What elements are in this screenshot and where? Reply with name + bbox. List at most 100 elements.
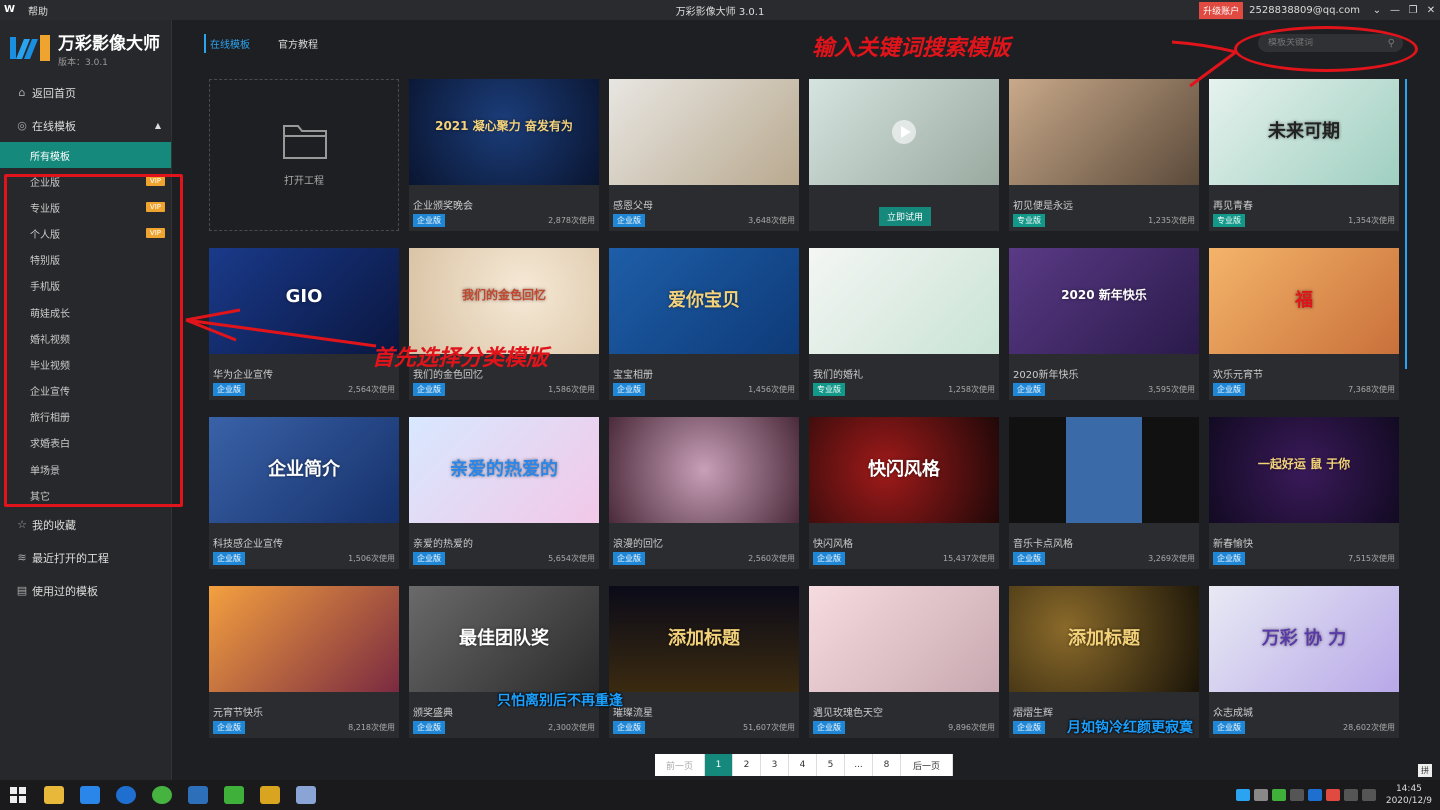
category-item[interactable]: 其它 — [0, 482, 171, 508]
nav-favorites[interactable]: ☆ 我的收藏 — [0, 508, 171, 541]
tab-official-tutorials[interactable]: 官方教程 — [272, 34, 324, 53]
template-card[interactable]: 企业简介 科技感企业宣传 企业版 1,506次使用 — [209, 417, 399, 569]
tray-icon-6[interactable] — [1325, 789, 1340, 801]
taskbar-app-paint[interactable] — [288, 780, 324, 810]
prev-page-button[interactable]: 前一页 — [655, 754, 705, 776]
restore-icon[interactable]: ❐ — [1404, 5, 1422, 16]
template-card[interactable]: 2021 凝心聚力 奋发有为 企业颁奖晚会 企业版 2,878次使用 — [409, 79, 599, 231]
search-input[interactable] — [1258, 38, 1378, 48]
template-card[interactable]: 添加标题 熠熠生辉 企业版 — [1009, 586, 1199, 738]
nav-home[interactable]: ⌂ 返回首页 — [0, 76, 171, 109]
template-thumbnail[interactable]: 一起好运 鼠 于你 — [1209, 417, 1399, 523]
template-thumbnail[interactable]: GIO — [209, 248, 399, 354]
open-project-card[interactable]: 打开工程 — [209, 79, 399, 231]
template-thumbnail[interactable] — [1009, 79, 1199, 185]
taskbar-app-vm[interactable] — [180, 780, 216, 810]
tray-icon-4[interactable] — [1289, 789, 1304, 801]
taskbar-app-wings[interactable] — [252, 780, 288, 810]
search-box[interactable]: ⚲ — [1258, 34, 1403, 52]
category-item[interactable]: 毕业视频 — [0, 351, 171, 377]
category-item[interactable]: 企业宣传 — [0, 378, 171, 404]
category-item[interactable]: 专业版 VIP — [0, 194, 171, 220]
category-all[interactable]: 所有模板 — [0, 142, 171, 168]
next-page-button[interactable]: 后一页 — [901, 754, 953, 776]
template-card[interactable]: 音乐卡点风格 企业版 3,269次使用 — [1009, 417, 1199, 569]
template-card[interactable]: 我们的金色回忆 我们的金色回忆 企业版 1,586次使用 — [409, 248, 599, 400]
tab-online-templates[interactable]: 在线模板 — [204, 34, 256, 53]
page-button[interactable]: 8 — [873, 754, 901, 776]
taskbar-app-green[interactable] — [144, 780, 180, 810]
category-item[interactable]: 手机版 — [0, 273, 171, 299]
system-clock[interactable]: 14:45 2020/12/9 — [1386, 783, 1432, 807]
template-card[interactable]: 元宵节快乐 企业版 8,218次使用 — [209, 586, 399, 738]
network-icon[interactable] — [1343, 789, 1358, 801]
nav-used-templates[interactable]: ▤ 使用过的模板 — [0, 574, 171, 607]
help-menu[interactable]: 帮助 — [28, 3, 48, 18]
category-item[interactable]: 旅行相册 — [0, 404, 171, 430]
category-item[interactable]: 企业版 VIP — [0, 168, 171, 194]
template-thumbnail[interactable]: 快闪风格 — [809, 417, 999, 523]
upgrade-account-button[interactable]: 升级账户 — [1199, 1, 1244, 19]
category-item[interactable]: 特别版 — [0, 247, 171, 273]
template-card[interactable]: 2020 新年快乐 2020新年快乐 企业版 3,595次使用 — [1009, 248, 1199, 400]
template-card[interactable]: 最佳团队奖 颁奖盛典 企业版 2,300次使用 — [409, 586, 599, 738]
template-card[interactable]: 未来可期 再见青春 专业版 1,354次使用 — [1209, 79, 1399, 231]
page-button[interactable]: 1 — [705, 754, 733, 776]
nav-online-templates[interactable]: ◎ 在线模板 ▲ — [0, 109, 171, 142]
template-thumbnail[interactable]: 万彩 协 力 — [1209, 586, 1399, 692]
template-card[interactable]: GIO 华为企业宣传 企业版 2,564次使用 — [209, 248, 399, 400]
tray-icon-2[interactable] — [1253, 789, 1268, 801]
template-card[interactable]: 快闪风格 快闪风格 企业版 15,437次使用 — [809, 417, 999, 569]
template-thumbnail[interactable]: 亲爱的热爱的 — [409, 417, 599, 523]
start-button[interactable] — [0, 780, 36, 810]
template-card[interactable]: 初见便是永远 专业版 1,235次使用 — [1009, 79, 1199, 231]
template-card[interactable]: 福欢乐元宵节 企业版 7,368次使用 — [1209, 248, 1399, 400]
nav-recent-projects[interactable]: ≋ 最近打开的工程 — [0, 541, 171, 574]
volume-icon[interactable] — [1361, 789, 1376, 801]
chevron-up-icon[interactable]: ▲ — [155, 121, 161, 130]
tray-icon-1[interactable] — [1235, 789, 1250, 801]
try-now-button[interactable]: 立即试用 — [879, 207, 932, 226]
template-card[interactable]: 添加标题 璀璨流星 企业版 51,607次使用 — [609, 586, 799, 738]
close-icon[interactable]: ✕ — [1422, 5, 1440, 16]
template-card[interactable]: 一起好运 鼠 于你 新春愉快 企业版 7,515次使用 — [1209, 417, 1399, 569]
template-thumbnail[interactable]: 2020 新年快乐 — [1009, 248, 1199, 354]
account-email[interactable]: 2528838809@qq.com — [1249, 5, 1360, 16]
template-thumbnail[interactable] — [1009, 417, 1199, 523]
taskbar-wechat[interactable] — [216, 780, 252, 810]
ime-indicator[interactable]: 拼 — [1418, 764, 1432, 777]
category-item[interactable]: 个人版 VIP — [0, 220, 171, 246]
template-thumbnail[interactable] — [609, 417, 799, 523]
category-item[interactable]: 求婚表白 — [0, 430, 171, 456]
template-card[interactable]: 感恩父母 企业版 3,648次使用 — [609, 79, 799, 231]
page-button[interactable]: ... — [845, 754, 873, 776]
page-button[interactable]: 3 — [761, 754, 789, 776]
template-card[interactable]: 爱你宝贝 宝宝相册 企业版 1,456次使用 — [609, 248, 799, 400]
tray-wechat-icon[interactable] — [1271, 789, 1286, 801]
template-card[interactable]: 立即试用 — [809, 79, 999, 231]
taskbar-app-u[interactable] — [72, 780, 108, 810]
page-button[interactable]: 2 — [733, 754, 761, 776]
template-card[interactable]: 遇见玫瑰色天空 企业版 9,896次使用 — [809, 586, 999, 738]
category-item[interactable]: 婚礼视频 — [0, 325, 171, 351]
minimize-icon[interactable]: — — [1386, 5, 1404, 16]
play-icon[interactable] — [891, 119, 917, 145]
template-thumbnail[interactable] — [209, 586, 399, 692]
page-button[interactable]: 5 — [817, 754, 845, 776]
category-item[interactable]: 萌娃成长 — [0, 299, 171, 325]
template-thumbnail[interactable]: 最佳团队奖 — [409, 586, 599, 692]
template-thumbnail[interactable]: 我们的金色回忆 — [409, 248, 599, 354]
taskbar-app-k[interactable] — [108, 780, 144, 810]
template-thumbnail[interactable]: 未来可期 — [1209, 79, 1399, 185]
template-thumbnail[interactable]: 爱你宝贝 — [609, 248, 799, 354]
template-card[interactable]: 我们的婚礼 专业版 1,258次使用 — [809, 248, 999, 400]
template-thumbnail[interactable]: 2021 凝心聚力 奋发有为 — [409, 79, 599, 185]
scrollbar[interactable] — [1405, 79, 1407, 369]
page-button[interactable]: 4 — [789, 754, 817, 776]
template-thumbnail[interactable] — [609, 79, 799, 185]
template-thumbnail[interactable]: 福 — [1209, 248, 1399, 354]
taskbar-file-explorer[interactable] — [36, 780, 72, 810]
template-card[interactable]: 浪漫的回忆 企业版 2,560次使用 — [609, 417, 799, 569]
category-item[interactable]: 单场景 — [0, 456, 171, 482]
template-thumbnail[interactable]: 企业简介 — [209, 417, 399, 523]
